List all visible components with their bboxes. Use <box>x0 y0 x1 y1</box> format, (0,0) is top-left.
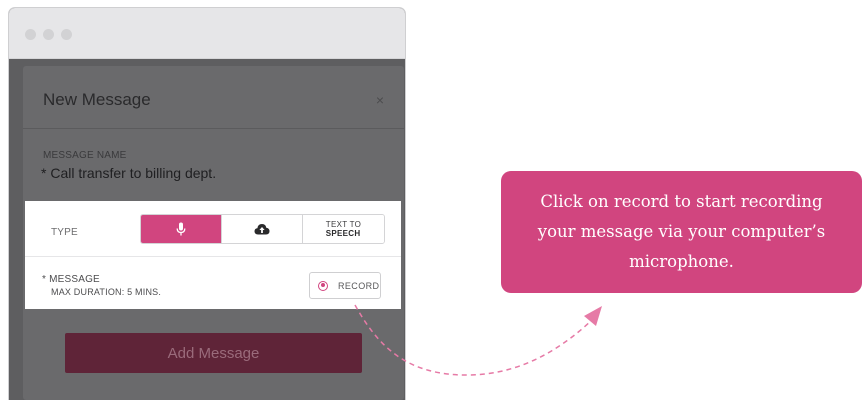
dashed-arrow-path <box>354 304 593 376</box>
arrow-head-icon <box>584 306 602 326</box>
instruction-tooltip: Click on record to start recording your … <box>501 171 862 293</box>
tooltip-text: Click on record to start recording your … <box>537 192 826 271</box>
